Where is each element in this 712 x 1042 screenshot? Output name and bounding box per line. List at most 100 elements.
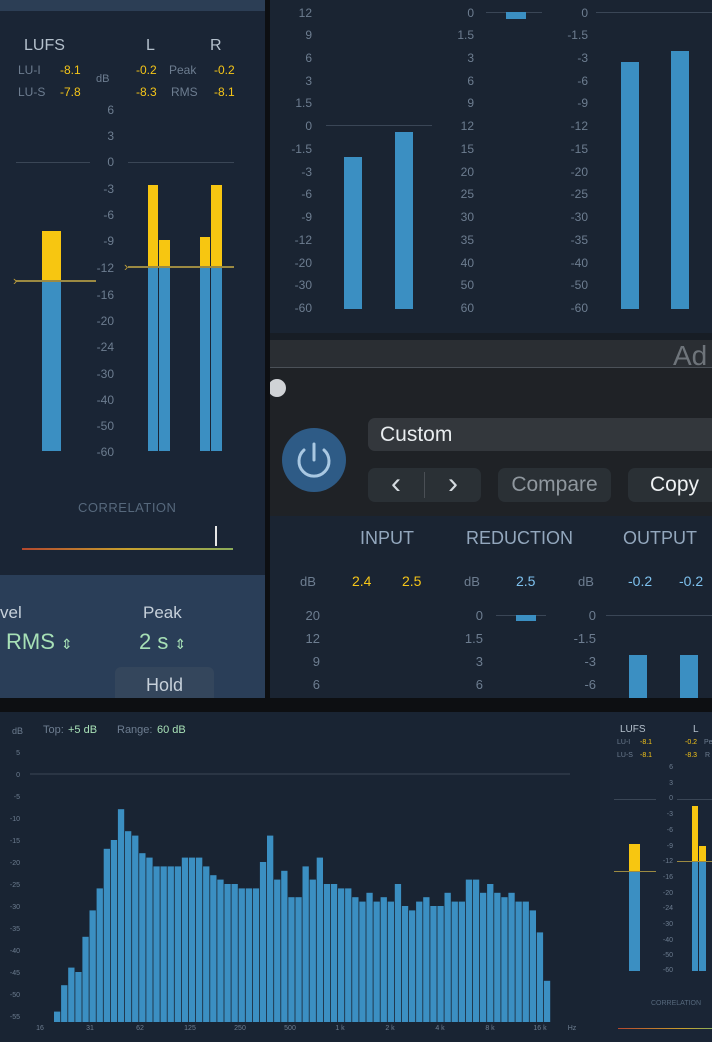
- spectrum-bar: [323, 884, 331, 1022]
- panel-header-strip: [0, 0, 265, 11]
- limiter-meters-area: [270, 0, 712, 333]
- level-mode-select[interactable]: RMS ⇕: [6, 629, 73, 655]
- lufs-header: LUFS: [24, 37, 65, 54]
- input-scale-tick: -20: [294, 256, 312, 270]
- rms-label: RMS: [171, 85, 198, 99]
- next-preset-button[interactable]: ›: [425, 468, 481, 502]
- spectrum-bar: [529, 910, 536, 1022]
- output-mini-tick: -3: [584, 654, 596, 669]
- reduction-scale-tick: 20: [460, 165, 474, 179]
- spectrum-bar: [316, 857, 323, 1022]
- mini-left-peak-segment: [692, 806, 698, 861]
- spectrum-bar: [274, 879, 281, 1022]
- lufs-target-marker-icon[interactable]: ›: [13, 273, 17, 288]
- spectrum-bar: [465, 879, 473, 1022]
- spectrum-bar: [522, 901, 529, 1022]
- mini-scale-tick: -50: [662, 952, 673, 959]
- spectrum-y-tick: -45: [10, 970, 20, 977]
- spectrum-y-tick: -35: [10, 926, 20, 933]
- level-mode-label: vel: [0, 603, 22, 622]
- spectrum-bar: [231, 884, 238, 1022]
- spectrum-bar: [181, 857, 189, 1022]
- input-section-label: INPUT: [360, 528, 414, 548]
- prev-preset-button[interactable]: ‹: [368, 468, 424, 502]
- scale-tick: -60: [96, 445, 114, 459]
- input-scale-tick: -6: [301, 187, 312, 201]
- mini-left-rms-segment: [699, 846, 706, 861]
- input-scale-tick: -12: [294, 233, 312, 247]
- input-scale-tick: 12: [298, 6, 312, 20]
- input-db-label: dB: [300, 574, 316, 589]
- reduction-scale-tick: 3: [467, 51, 474, 65]
- mini-scale-tick: -6: [666, 827, 673, 834]
- reduction-db-label: dB: [464, 574, 480, 589]
- input-scale-tick: 3: [305, 74, 312, 88]
- mini-scale-tick: -3: [666, 811, 673, 818]
- lu-i-value: -8.1: [60, 63, 81, 77]
- spectrum-y-tick: -30: [10, 904, 20, 911]
- output-scale-tick: -1.5: [567, 28, 588, 42]
- hold-button[interactable]: Hold: [115, 667, 214, 698]
- peak-hold-select[interactable]: 2 s ⇕: [139, 629, 186, 655]
- db-label: dB: [96, 73, 110, 85]
- reduction-mini-bar: [516, 615, 536, 621]
- left-channel-header: L: [146, 37, 155, 54]
- reduction-mini-tick: 3: [475, 654, 483, 669]
- mini-lu-i-label: LU-I: [617, 739, 631, 746]
- left-peak-bar: [148, 267, 158, 451]
- right-peak-bar: [200, 267, 210, 451]
- mini-scale-tick: -30: [662, 921, 673, 928]
- mini-rms-label: R: [705, 752, 711, 759]
- spectrum-x-tick: 125: [184, 1025, 196, 1032]
- mini-scale-tick: 3: [669, 780, 673, 787]
- mini-lu-s-value: -8.1: [640, 752, 653, 759]
- spectrum-bar: [359, 901, 366, 1022]
- spectrum-x-tick: 8 k: [485, 1025, 495, 1032]
- output-section-label: OUTPUT: [623, 528, 697, 548]
- spectrum-y-tick: 5: [16, 750, 20, 757]
- spectrum-bar: [444, 892, 451, 1022]
- lufs-target-line: [16, 280, 96, 282]
- spectrum-bar: [401, 906, 409, 1022]
- copy-button[interactable]: Copy: [628, 468, 712, 502]
- compare-button[interactable]: Compare: [498, 468, 611, 502]
- spectrum-bar: [160, 866, 167, 1022]
- reduction-scale-tick: 50: [460, 278, 474, 292]
- scale-tick: -30: [96, 367, 114, 381]
- mini-correlation-scale: [618, 1028, 712, 1029]
- scale-tick: 3: [107, 129, 114, 143]
- output-right-value: -0.2: [679, 573, 704, 589]
- spectrum-bar: [224, 884, 231, 1022]
- reduction-mini-tick: 6: [475, 677, 483, 692]
- reduction-scale-tick: 15: [460, 142, 474, 156]
- spectrum-y-tick: -50: [10, 992, 20, 999]
- lufs-peak-segment: [42, 231, 61, 281]
- loudness-meter-panel: LUFS L R LU-I -8.1 LU-S -7.8 dB -0.2 Pea…: [0, 0, 265, 698]
- reduction-scale-tick: 6: [467, 74, 474, 88]
- preset-menu[interactable]: Custom: [368, 418, 712, 451]
- spectrum-y-tick: -15: [10, 838, 20, 845]
- spectrum-bar: [394, 884, 402, 1022]
- updown-chevron-icon: ⇕: [174, 636, 187, 652]
- spectrum-y-tick: 0: [16, 772, 20, 779]
- spectrum-bar: [480, 892, 487, 1022]
- lr-target-marker-icon[interactable]: ›: [124, 259, 128, 274]
- output-mini-tick: -6: [584, 677, 596, 692]
- reduction-mini-tick: 0: [475, 608, 483, 623]
- input-right-bar: [395, 132, 413, 309]
- mini-left-rms-bar: [699, 861, 706, 971]
- input-scale-tick: -1.5: [291, 142, 312, 156]
- spectrum-bar: [352, 897, 359, 1022]
- peak-hold-value: 2 s: [139, 629, 169, 654]
- scale-tick: -6: [103, 208, 114, 222]
- spectrum-bar: [54, 1011, 61, 1022]
- spectrum-bar: [196, 857, 203, 1022]
- spectrum-bar: [146, 857, 153, 1022]
- power-button[interactable]: [282, 428, 346, 492]
- spectrum-bar: [252, 888, 260, 1022]
- mini-scale-tick: 0: [669, 795, 673, 802]
- spectrum-bar: [508, 892, 515, 1022]
- output-mini-zero-line: [606, 615, 712, 616]
- mini-left-peak-bar: [692, 861, 698, 971]
- scale-tick: -50: [96, 419, 114, 433]
